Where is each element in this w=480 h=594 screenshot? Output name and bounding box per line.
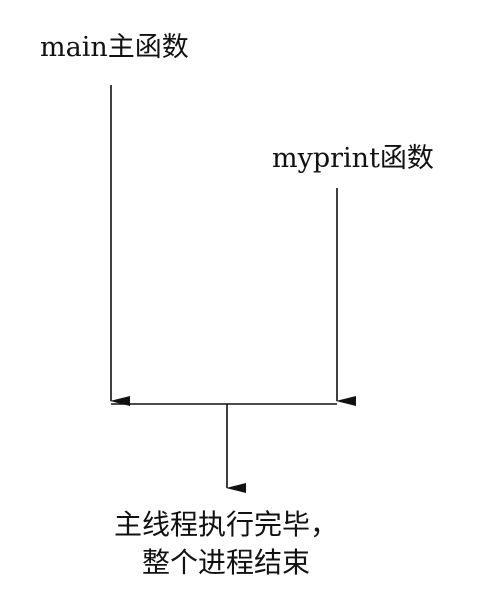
process-end-line2: 整个进程结束 xyxy=(141,546,310,579)
process-end-line1: 主线程执行完毕， xyxy=(113,508,338,541)
process-end-label: 主线程执行完毕， 整个进程结束 xyxy=(0,506,452,582)
thread-flow-diagram xyxy=(110,85,356,493)
